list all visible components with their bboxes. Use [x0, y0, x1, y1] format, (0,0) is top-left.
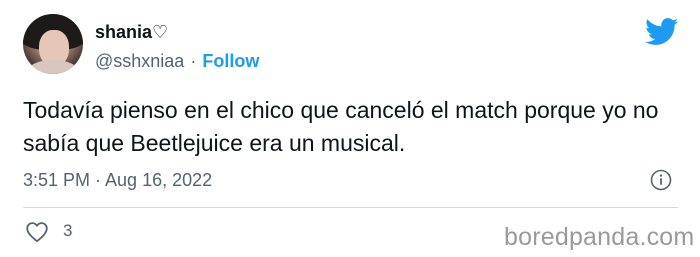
avatar-shoulder — [27, 60, 79, 74]
tweet-text: Todavía pienso en el chico que canceló e… — [23, 97, 659, 156]
author-handle-row: @sshxniaa · Follow — [95, 51, 259, 72]
tweet-card: shania♡ @sshxniaa · Follow Todavía pienso … — [0, 0, 700, 257]
avatar[interactable] — [23, 14, 83, 74]
like-count: 3 — [63, 221, 73, 240]
info-icon[interactable] — [650, 169, 672, 191]
author-handle[interactable]: @sshxniaa — [95, 51, 184, 71]
watermark: boredpanda.com — [504, 223, 695, 251]
follow-button[interactable]: Follow — [202, 51, 259, 71]
author-display-name[interactable]: shania♡ — [95, 22, 168, 43]
divider — [23, 207, 678, 208]
twitter-bird-icon[interactable] — [645, 18, 679, 46]
heart-icon[interactable] — [25, 221, 49, 243]
tweet-timestamp[interactable]: 3:51 PM · Aug 16, 2022 — [23, 170, 212, 191]
handle-separator: · — [190, 51, 197, 71]
